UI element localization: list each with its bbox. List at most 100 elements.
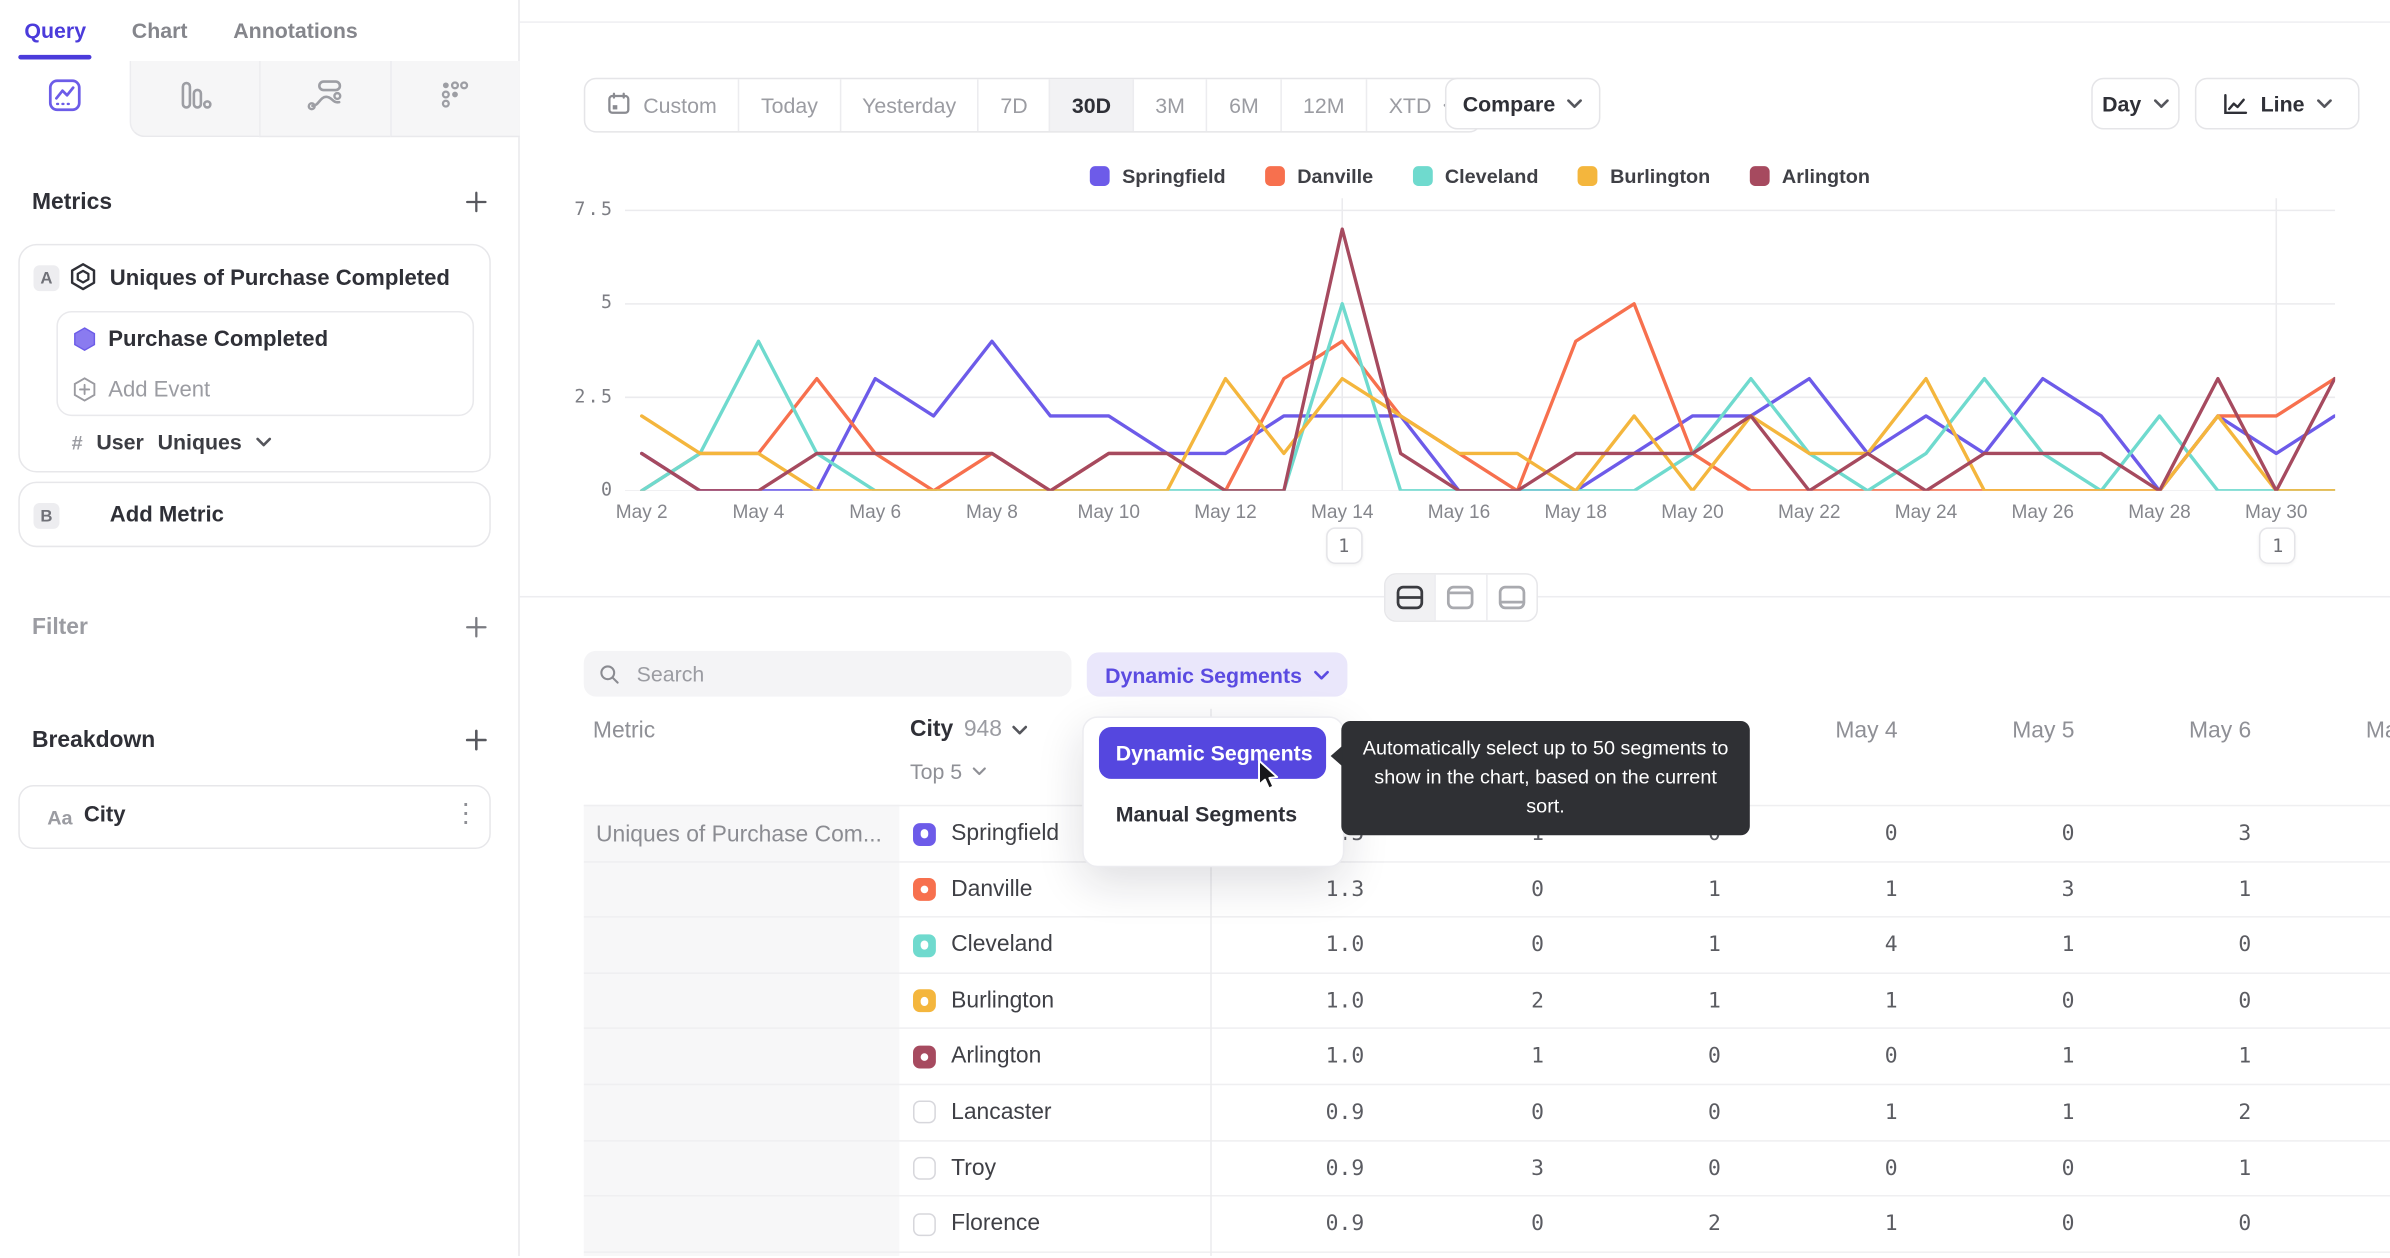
day-value: 1 bbox=[1707, 877, 1721, 902]
range-30d[interactable]: 30D bbox=[1049, 79, 1133, 132]
property-type-icon: Aa bbox=[47, 806, 73, 830]
range-7d[interactable]: 7D bbox=[977, 79, 1049, 132]
table-row-danville[interactable]: Danville 1.3 0 1 1 3 1 bbox=[583, 862, 2390, 918]
add-filter-plus-icon[interactable] bbox=[465, 616, 488, 639]
add-metric-plus-icon[interactable] bbox=[465, 191, 488, 214]
table-row-lancaster[interactable]: Lancaster 0.9 0 0 1 1 2 bbox=[583, 1085, 2390, 1141]
chart-type-tabs bbox=[0, 60, 520, 138]
layout-toggle-group bbox=[1384, 573, 1538, 622]
chart-type-tab-scatter-dots[interactable] bbox=[389, 60, 520, 138]
range-today[interactable]: Today bbox=[738, 79, 839, 132]
layout-chart-top-button[interactable] bbox=[1434, 574, 1486, 621]
interval-button[interactable]: Day bbox=[2091, 77, 2180, 130]
segment-checkbox-checked[interactable] bbox=[913, 878, 936, 901]
measure-entity: User bbox=[96, 429, 144, 455]
chevron-down-icon bbox=[2316, 99, 2332, 108]
breakdown-city-card[interactable]: Aa City ⋮ bbox=[18, 784, 491, 849]
segment-city-label: Cleveland bbox=[951, 931, 1053, 958]
table-row-cleveland[interactable]: Cleveland 1.0 0 1 4 1 0 bbox=[583, 918, 2390, 974]
tab-query[interactable]: Query bbox=[18, 18, 93, 60]
table-row-arlington[interactable]: Arlington 1.0 1 0 0 1 1 bbox=[583, 1029, 2390, 1086]
chart-type-tab-line-chart[interactable] bbox=[0, 61, 129, 137]
segment-checkbox-checked[interactable] bbox=[913, 989, 936, 1013]
dropdown-item-label: Manual Segments bbox=[1115, 801, 1298, 827]
day-value: 1 bbox=[1884, 877, 1898, 902]
segments-dropdown-menu: Dynamic Segments Manual Segments bbox=[1082, 716, 1345, 868]
series-line-arlington bbox=[640, 227, 2336, 491]
day-value: 1 bbox=[1884, 1100, 1898, 1125]
range-label: 30D bbox=[1071, 92, 1112, 118]
avg-value: 0.9 bbox=[1325, 1212, 1365, 1237]
compare-button[interactable]: Compare bbox=[1444, 77, 1601, 130]
checkbox-check bbox=[920, 1052, 929, 1062]
legend-item-arlington[interactable]: Arlington bbox=[1749, 165, 1870, 187]
day-value: 1 bbox=[2061, 1100, 2075, 1125]
day-value: 3 bbox=[2238, 821, 2252, 846]
day-header: May 4 bbox=[1835, 717, 1898, 744]
day-value: 1 bbox=[2238, 877, 2252, 902]
segments-mode-button[interactable]: Dynamic Segments bbox=[1086, 652, 1348, 697]
legend-swatch bbox=[1090, 166, 1110, 186]
day-value: 0 bbox=[1531, 877, 1545, 902]
chart-style-button[interactable]: Line bbox=[2194, 77, 2360, 130]
day-value: 0 bbox=[1884, 1044, 1898, 1070]
segment-checkbox-checked[interactable] bbox=[913, 822, 936, 846]
segment-checkbox-checked[interactable] bbox=[913, 933, 936, 957]
dropdown-item-dynamic-segments[interactable]: Dynamic Segments bbox=[1098, 727, 1327, 779]
x-tick-label: May 10 bbox=[1077, 501, 1140, 523]
range-3m[interactable]: 3M bbox=[1132, 79, 1206, 132]
top-n-selector[interactable]: Top 5 bbox=[910, 759, 987, 783]
segment-checkbox-unchecked[interactable] bbox=[913, 1101, 936, 1125]
layout-table-bottom-button[interactable] bbox=[1485, 574, 1537, 621]
chart-type-tab-bar-chart[interactable] bbox=[128, 60, 260, 138]
day-value: 0 bbox=[2061, 821, 2075, 846]
table-row-troy[interactable]: Troy 0.9 3 0 0 0 1 bbox=[583, 1141, 2390, 1197]
metric-a-card[interactable]: A Uniques of Purchase Completed Purchase… bbox=[18, 243, 491, 473]
event-name[interactable]: Purchase Completed bbox=[108, 328, 328, 352]
tab-chart[interactable]: Chart bbox=[132, 18, 188, 42]
add-event-label[interactable]: Add Event bbox=[108, 378, 210, 402]
day-value: 3 bbox=[2061, 877, 2075, 902]
legend-item-springfield[interactable]: Springfield bbox=[1090, 165, 1226, 187]
search-input[interactable] bbox=[633, 659, 1057, 688]
avg-value: 1.0 bbox=[1325, 1044, 1365, 1070]
legend-item-danville[interactable]: Danville bbox=[1265, 165, 1373, 187]
sidebar-tabs: Query Chart Annotations bbox=[0, 0, 358, 61]
chart-type-tab-stream-chart[interactable] bbox=[259, 60, 390, 138]
x-tick-label: May 30 bbox=[2245, 501, 2308, 523]
day-value: 3 bbox=[1531, 1156, 1545, 1181]
range-custom[interactable]: Custom bbox=[585, 79, 738, 131]
annotation-badge[interactable]: 1 bbox=[2259, 527, 2297, 564]
line-chart-plot[interactable] bbox=[624, 198, 2336, 491]
range-6m[interactable]: 6M bbox=[1206, 79, 1280, 132]
table-row-florence[interactable]: Florence 0.9 0 2 1 0 0 bbox=[583, 1197, 2390, 1253]
legend-swatch bbox=[1578, 166, 1598, 186]
segment-checkbox-unchecked[interactable] bbox=[913, 1156, 936, 1180]
legend-item-cleveland[interactable]: Cleveland bbox=[1412, 165, 1538, 187]
layout-split-button[interactable] bbox=[1385, 574, 1435, 621]
day-value: 0 bbox=[1707, 1156, 1721, 1181]
segment-city-label: Troy bbox=[951, 1154, 997, 1181]
chevron-down-icon bbox=[2153, 99, 2169, 108]
range-12m[interactable]: 12M bbox=[1280, 79, 1366, 132]
range-label: 3M bbox=[1155, 92, 1185, 118]
add-breakdown-plus-icon[interactable] bbox=[465, 729, 488, 752]
range-label: 6M bbox=[1229, 92, 1259, 118]
annotation-badge[interactable]: 1 bbox=[1325, 527, 1363, 564]
table-row-burlington[interactable]: Burlington 1.0 2 1 1 0 0 bbox=[583, 974, 2390, 1030]
dropdown-item-manual-segments[interactable]: Manual Segments bbox=[1116, 802, 1297, 826]
mouse-cursor bbox=[1258, 759, 1279, 790]
segment-checkbox-checked[interactable] bbox=[913, 1045, 936, 1069]
range-label: Custom bbox=[643, 92, 717, 118]
measurement-row[interactable]: # User Uniques bbox=[72, 430, 271, 454]
legend-item-burlington[interactable]: Burlington bbox=[1578, 165, 1710, 187]
tab-annotations[interactable]: Annotations bbox=[233, 18, 357, 42]
compare-label: Compare bbox=[1462, 91, 1556, 116]
segment-checkbox-unchecked[interactable] bbox=[913, 1212, 936, 1236]
kebab-menu-icon[interactable]: ⋮ bbox=[453, 799, 479, 829]
segments-tooltip: Automatically select up to 50 segments t… bbox=[1330, 720, 1750, 835]
day-value: 0 bbox=[1884, 821, 1898, 846]
range-yesterday[interactable]: Yesterday bbox=[839, 79, 977, 132]
metric-b-card[interactable]: B Add Metric bbox=[18, 481, 491, 548]
day-value: 1 bbox=[2061, 1044, 2075, 1070]
